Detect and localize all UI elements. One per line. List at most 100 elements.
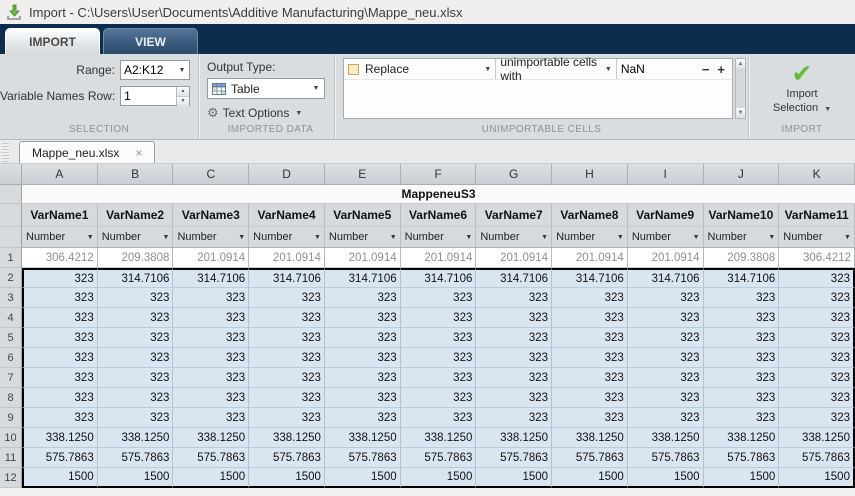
cell[interactable]: 201.0914 xyxy=(552,248,628,268)
variable-name-cell[interactable]: VarName9 xyxy=(628,204,704,227)
cell[interactable]: 323 xyxy=(476,348,552,368)
cell[interactable]: 1500 xyxy=(628,468,704,488)
cell[interactable]: 323 xyxy=(22,368,98,388)
cell[interactable]: 314.7106 xyxy=(628,268,704,288)
cell[interactable]: 323 xyxy=(552,348,628,368)
cell[interactable]: 323 xyxy=(628,388,704,408)
variable-name-cell[interactable]: VarName11 xyxy=(779,204,855,227)
cell[interactable]: 575.7863 xyxy=(401,448,477,468)
cell[interactable]: 323 xyxy=(552,308,628,328)
row-number[interactable]: 1 xyxy=(0,248,22,268)
cell[interactable]: 323 xyxy=(173,348,249,368)
variable-name-cell[interactable]: VarName7 xyxy=(476,204,552,227)
chevron-down-icon[interactable]: ▼ xyxy=(175,67,189,74)
cell[interactable]: 338.1250 xyxy=(552,428,628,448)
cell[interactable]: 1500 xyxy=(779,468,855,488)
cell[interactable]: 323 xyxy=(779,268,855,288)
cell[interactable]: 323 xyxy=(98,288,174,308)
cell[interactable]: 575.7863 xyxy=(22,448,98,468)
variable-name-cell[interactable]: VarName8 xyxy=(552,204,628,227)
rule-value-field[interactable] xyxy=(617,59,695,79)
cell[interactable]: 323 xyxy=(249,408,325,428)
row-number[interactable]: 11 xyxy=(0,448,22,468)
cell[interactable]: 314.7106 xyxy=(249,268,325,288)
cell[interactable]: 314.7106 xyxy=(476,268,552,288)
cell[interactable]: 323 xyxy=(22,348,98,368)
type-dropdown[interactable]: Number▼ xyxy=(552,227,628,248)
cell[interactable]: 575.7863 xyxy=(704,448,780,468)
cell[interactable]: 338.1250 xyxy=(779,428,855,448)
cell[interactable]: 575.7863 xyxy=(552,448,628,468)
cell[interactable]: 323 xyxy=(401,288,477,308)
cell[interactable]: 323 xyxy=(779,348,855,368)
cell[interactable]: 323 xyxy=(779,388,855,408)
spinner-up-icon[interactable]: ▲ xyxy=(177,87,189,96)
cell[interactable]: 323 xyxy=(249,348,325,368)
cell[interactable]: 323 xyxy=(22,328,98,348)
cell[interactable]: 323 xyxy=(779,288,855,308)
row-number[interactable]: 5 xyxy=(0,328,22,348)
cell[interactable]: 323 xyxy=(552,288,628,308)
cell[interactable]: 1500 xyxy=(249,468,325,488)
variable-name-cell[interactable]: VarName10 xyxy=(704,204,780,227)
cell[interactable]: 323 xyxy=(325,408,401,428)
cell[interactable]: 323 xyxy=(779,308,855,328)
type-dropdown[interactable]: Number▼ xyxy=(249,227,325,248)
cell[interactable]: 575.7863 xyxy=(98,448,174,468)
cell[interactable]: 306.4212 xyxy=(22,248,98,268)
rule-value-input[interactable] xyxy=(621,62,691,76)
column-header-J[interactable]: J xyxy=(704,164,780,185)
cell[interactable]: 201.0914 xyxy=(173,248,249,268)
cell[interactable]: 323 xyxy=(779,368,855,388)
range-combobox[interactable]: ▼ xyxy=(120,60,190,80)
cell[interactable]: 323 xyxy=(249,328,325,348)
cell[interactable]: 575.7863 xyxy=(173,448,249,468)
cell[interactable]: 323 xyxy=(325,368,401,388)
type-dropdown[interactable]: Number▼ xyxy=(779,227,855,248)
cell[interactable]: 201.0914 xyxy=(325,248,401,268)
row-number[interactable]: 6 xyxy=(0,348,22,368)
column-header-K[interactable]: K xyxy=(779,164,855,185)
cell[interactable]: 323 xyxy=(98,368,174,388)
cell[interactable]: 575.7863 xyxy=(249,448,325,468)
cell[interactable]: 323 xyxy=(476,408,552,428)
cell[interactable]: 323 xyxy=(401,368,477,388)
output-type-dropdown[interactable]: Table ▼ xyxy=(207,78,325,99)
cell[interactable]: 323 xyxy=(704,388,780,408)
cell[interactable]: 323 xyxy=(22,308,98,328)
column-header-F[interactable]: F xyxy=(401,164,477,185)
range-input[interactable] xyxy=(121,63,175,77)
row-number[interactable]: 4 xyxy=(0,308,22,328)
variable-name-cell[interactable]: VarName2 xyxy=(98,204,174,227)
row-number[interactable]: 3 xyxy=(0,288,22,308)
variable-names-row-stepper[interactable]: ▲ ▼ xyxy=(120,86,190,106)
cell[interactable]: 209.3808 xyxy=(704,248,780,268)
cell[interactable]: 323 xyxy=(704,408,780,428)
variable-name-cell[interactable]: VarName3 xyxy=(173,204,249,227)
type-dropdown[interactable]: Number▼ xyxy=(401,227,477,248)
type-dropdown[interactable]: Number▼ xyxy=(628,227,704,248)
cell[interactable]: 1500 xyxy=(401,468,477,488)
cell[interactable]: 323 xyxy=(704,328,780,348)
column-header-G[interactable]: G xyxy=(476,164,552,185)
cell[interactable]: 323 xyxy=(779,328,855,348)
cell[interactable]: 314.7106 xyxy=(325,268,401,288)
cell[interactable]: 323 xyxy=(476,368,552,388)
cell[interactable]: 323 xyxy=(98,408,174,428)
cell[interactable]: 323 xyxy=(401,348,477,368)
cell[interactable]: 323 xyxy=(173,388,249,408)
column-header-A[interactable]: A xyxy=(22,164,98,185)
cell[interactable]: 323 xyxy=(401,408,477,428)
select-all-corner[interactable] xyxy=(0,164,22,185)
cell[interactable]: 323 xyxy=(325,328,401,348)
cell[interactable]: 314.7106 xyxy=(98,268,174,288)
cell[interactable]: 338.1250 xyxy=(325,428,401,448)
cell[interactable]: 323 xyxy=(476,288,552,308)
cell[interactable]: 1500 xyxy=(552,468,628,488)
cell[interactable]: 323 xyxy=(173,408,249,428)
row-number[interactable]: 10 xyxy=(0,428,22,448)
cell[interactable]: 575.7863 xyxy=(628,448,704,468)
column-header-B[interactable]: B xyxy=(98,164,174,185)
cell[interactable]: 323 xyxy=(173,328,249,348)
cell[interactable]: 323 xyxy=(552,388,628,408)
